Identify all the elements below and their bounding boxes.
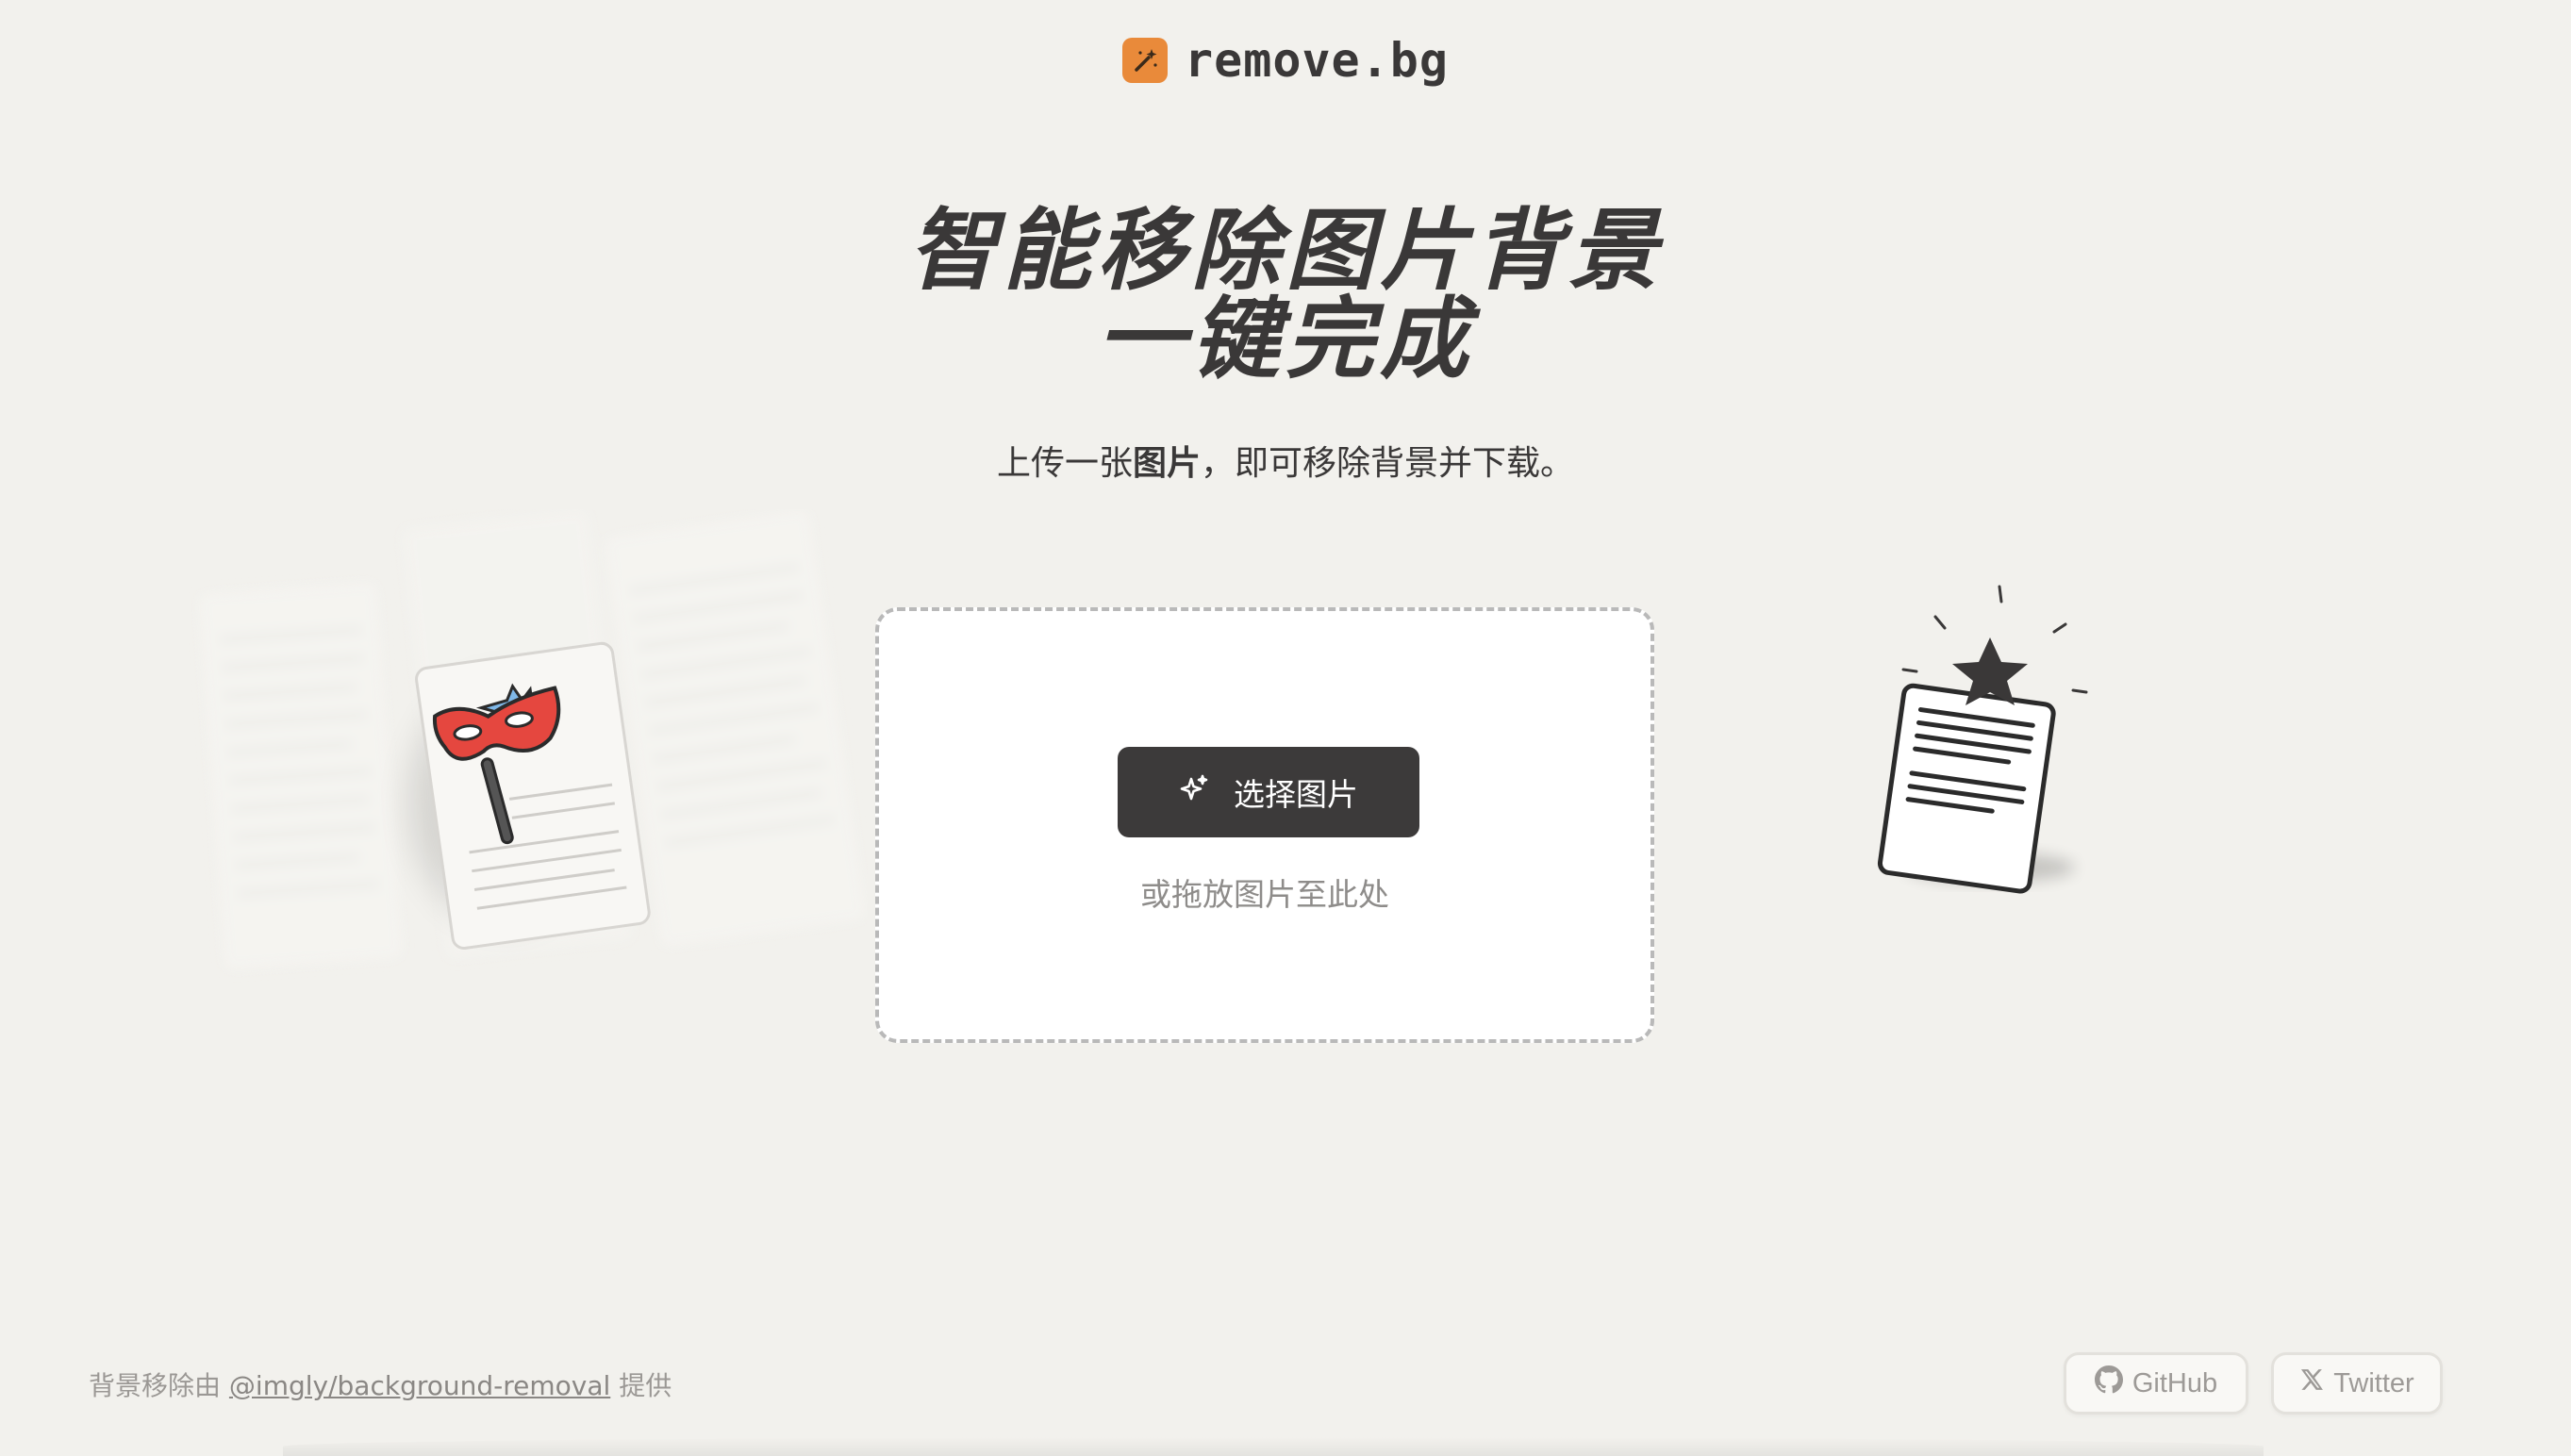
sparkle-icon xyxy=(1179,773,1209,811)
twitter-button[interactable]: Twitter xyxy=(2271,1352,2443,1415)
select-image-label: 选择图片 xyxy=(1234,776,1358,813)
hero-title: 智能移除图片背景 一键完成 xyxy=(0,207,2571,385)
hero-line-1: 智能移除图片背景 xyxy=(907,200,1663,303)
drop-hint: 或拖放图片至此处 xyxy=(1140,876,1389,913)
document-star-illustration xyxy=(1877,585,2088,894)
magic-wand-icon xyxy=(1122,38,1169,83)
upload-dropzone[interactable]: 选择图片 或拖放图片至此处 xyxy=(875,607,1654,1043)
github-icon xyxy=(2094,1365,2123,1401)
bottom-shadow xyxy=(283,1437,2264,1456)
mask-card-illustration xyxy=(198,509,866,970)
subtitle-post: ，即可移除背景并下载。 xyxy=(1201,444,1575,483)
github-button[interactable]: GitHub xyxy=(2064,1352,2248,1415)
header: remove.bg xyxy=(0,32,2571,89)
subtitle-pre: 上传一张 xyxy=(996,444,1133,483)
subtitle-bold: 图片 xyxy=(1132,444,1201,483)
footer-credit: 背景移除由 @imgly/background-removal 提供 xyxy=(89,1365,672,1403)
select-image-button[interactable]: 选择图片 xyxy=(1118,747,1419,837)
credit-link[interactable]: @imgly/background-removal xyxy=(229,1370,610,1401)
credit-post: 提供 xyxy=(619,1370,672,1401)
hero-line-2: 一键完成 xyxy=(1096,289,1474,391)
credit-pre: 背景移除由 xyxy=(89,1370,222,1401)
subtitle: 上传一张图片，即可移除背景并下载。 xyxy=(0,436,2571,485)
twitter-label: Twitter xyxy=(2333,1367,2414,1398)
github-label: GitHub xyxy=(2131,1367,2218,1398)
x-logo-icon xyxy=(2299,1367,2324,1399)
brand-name[interactable]: remove.bg xyxy=(1185,33,1449,88)
